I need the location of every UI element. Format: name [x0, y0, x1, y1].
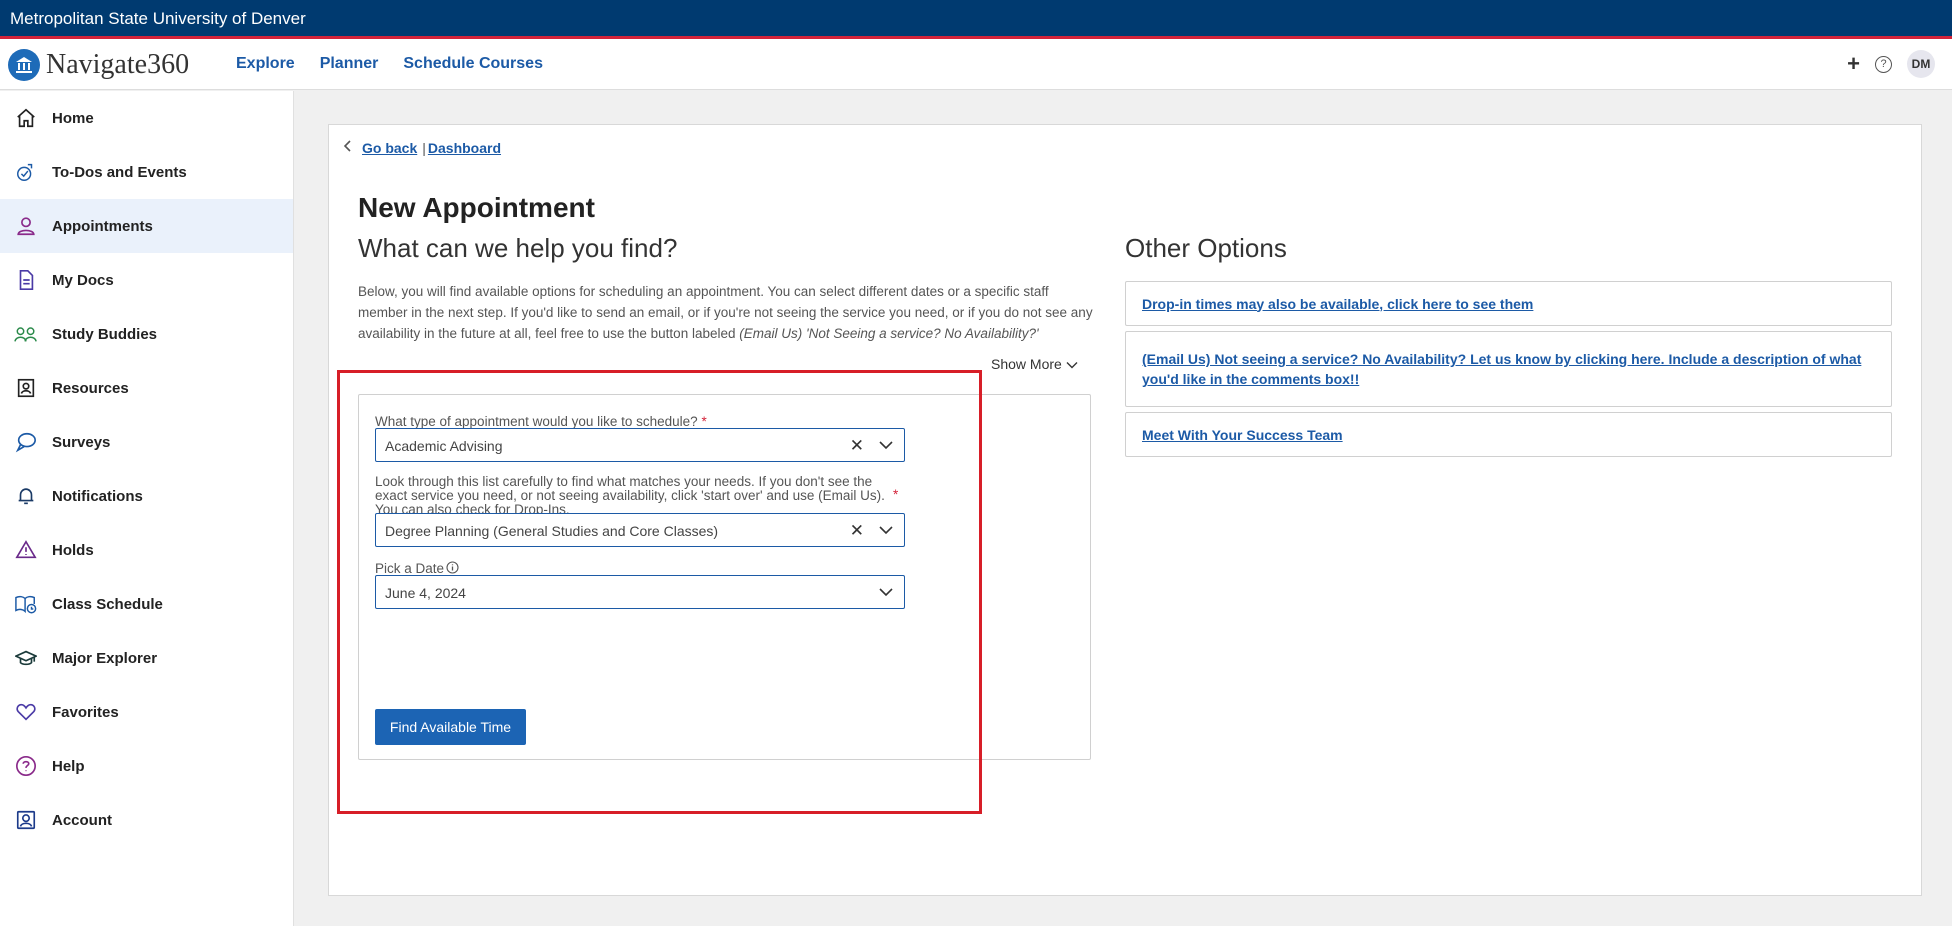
sidebar-item-account[interactable]: Account: [0, 793, 293, 847]
sidebar: Home To-Dos and Events Appointments My D…: [0, 91, 294, 926]
brand-logo-link[interactable]: Navigate360: [8, 49, 189, 81]
sidebar-item-label: Surveys: [52, 433, 111, 451]
sidebar-item-label: Resources: [52, 379, 129, 397]
find-available-time-button[interactable]: Find Available Time: [375, 709, 526, 745]
graduation-cap-icon: [14, 646, 38, 670]
chat-bubble-icon: [14, 430, 38, 454]
drop-in-link[interactable]: Drop-in times may also be available, cli…: [1142, 294, 1533, 314]
sidebar-item-label: Favorites: [52, 703, 119, 721]
sidebar-item-label: Appointments: [52, 217, 153, 235]
chevron-left-icon: [343, 139, 352, 156]
sidebar-item-major-explorer[interactable]: Major Explorer: [0, 631, 293, 685]
sidebar-item-study-buddies[interactable]: Study Buddies: [0, 307, 293, 361]
sidebar-item-my-docs[interactable]: My Docs: [0, 253, 293, 307]
sidebar-item-help[interactable]: Help: [0, 739, 293, 793]
sidebar-item-surveys[interactable]: Surveys: [0, 415, 293, 469]
heart-icon: [14, 700, 38, 724]
other-option-success-team[interactable]: Meet With Your Success Team: [1125, 412, 1892, 457]
date-value: June 4, 2024: [385, 585, 466, 601]
intro-italic: (Email Us) 'Not Seeing a service? No Ava…: [739, 326, 1039, 341]
person-icon: [14, 214, 38, 238]
warning-triangle-icon: [14, 538, 38, 562]
sidebar-item-label: Major Explorer: [52, 649, 158, 667]
account-icon: [14, 808, 38, 832]
help-circle-icon[interactable]: ?: [1875, 55, 1892, 73]
sidebar-item-notifications[interactable]: Notifications: [0, 469, 293, 523]
brand-name: Navigate360: [46, 49, 190, 80]
sidebar-item-todos[interactable]: To-Dos and Events: [0, 145, 293, 199]
sidebar-item-holds[interactable]: Holds: [0, 523, 293, 577]
university-bar: Metropolitan State University of Denver: [0, 0, 1952, 39]
dashboard-link[interactable]: Dashboard: [428, 140, 501, 156]
sidebar-item-class-schedule[interactable]: Class Schedule: [0, 577, 293, 631]
appointment-type-select[interactable]: Academic Advising ✕: [375, 428, 905, 462]
sidebar-item-label: Study Buddies: [52, 325, 158, 343]
sidebar-item-label: To-Dos and Events: [52, 163, 187, 181]
bell-icon: [14, 484, 38, 508]
clear-icon[interactable]: ✕: [850, 436, 864, 456]
sidebar-item-favorites[interactable]: Favorites: [0, 685, 293, 739]
breadcrumb-separator: |: [422, 139, 426, 156]
email-us-link[interactable]: (Email Us) Not seeing a service? No Avai…: [1142, 349, 1875, 389]
date-picker[interactable]: June 4, 2024: [375, 575, 905, 609]
chevron-down-icon[interactable]: [877, 435, 895, 460]
date-label-text: Pick a Date: [375, 561, 445, 576]
required-marker: *: [701, 414, 707, 429]
chevron-down-icon[interactable]: [877, 582, 895, 607]
help-find-heading: What can we help you find?: [358, 233, 678, 263]
appointment-type-value: Academic Advising: [385, 438, 503, 454]
help-icon: [14, 754, 38, 778]
success-team-link[interactable]: Meet With Your Success Team: [1142, 425, 1343, 445]
navbar-actions: + ? DM: [1847, 50, 1935, 78]
sidebar-item-label: Home: [52, 109, 94, 127]
clear-icon[interactable]: ✕: [850, 521, 864, 541]
sidebar-item-label: Notifications: [52, 487, 143, 505]
institution-icon: [8, 49, 40, 81]
people-icon: [14, 322, 38, 346]
primary-nav: Explore Planner Schedule Courses: [236, 55, 543, 73]
appointment-form: What type of appointment would you like …: [358, 394, 1091, 760]
sidebar-item-label: Holds: [52, 541, 94, 559]
sidebar-item-home[interactable]: Home: [0, 91, 293, 145]
plus-icon[interactable]: +: [1847, 53, 1860, 75]
sidebar-item-label: Class Schedule: [52, 595, 163, 613]
show-more-toggle[interactable]: Show More: [991, 356, 1078, 372]
service-value: Degree Planning (General Studies and Cor…: [385, 523, 719, 539]
chevron-down-icon: [1066, 356, 1078, 372]
page-title: New Appointment: [358, 192, 595, 223]
other-option-drop-in[interactable]: Drop-in times may also be available, cli…: [1125, 281, 1892, 326]
service-label: Look through this list carefully to find…: [375, 474, 885, 517]
appointment-card: Go back | Dashboard New Appointment What…: [328, 124, 1922, 896]
sidebar-item-label: My Docs: [52, 271, 114, 289]
sidebar-item-label: Account: [52, 811, 112, 829]
nav-explore[interactable]: Explore: [236, 55, 295, 73]
university-name: Metropolitan State University of Denver: [10, 9, 306, 28]
go-back-link[interactable]: Go back: [362, 140, 417, 156]
appointment-type-label-text: What type of appointment would you like …: [375, 414, 698, 429]
appointment-type-label: What type of appointment would you like …: [375, 415, 707, 429]
other-options-heading: Other Options: [1125, 233, 1287, 263]
service-select[interactable]: Degree Planning (General Studies and Cor…: [375, 513, 905, 547]
resources-icon: [14, 376, 38, 400]
nav-planner[interactable]: Planner: [320, 55, 379, 73]
main-navbar: Navigate360 Explore Planner Schedule Cou…: [0, 39, 1952, 90]
sidebar-item-label: Help: [52, 757, 85, 775]
todo-icon: [14, 160, 38, 184]
sidebar-item-appointments[interactable]: Appointments: [0, 199, 293, 253]
chevron-down-icon[interactable]: [877, 520, 895, 545]
document-icon: [14, 268, 38, 292]
sidebar-item-resources[interactable]: Resources: [0, 361, 293, 415]
home-icon: [14, 106, 38, 130]
required-marker: *: [893, 487, 899, 502]
other-option-email-us[interactable]: (Email Us) Not seeing a service? No Avai…: [1125, 331, 1892, 407]
intro-text: Below, you will find available options f…: [358, 281, 1100, 347]
avatar[interactable]: DM: [1907, 50, 1935, 78]
show-more-label: Show More: [991, 356, 1062, 372]
nav-schedule-courses[interactable]: Schedule Courses: [403, 55, 543, 73]
book-icon: [14, 592, 38, 616]
breadcrumb: Go back | Dashboard: [343, 139, 501, 156]
